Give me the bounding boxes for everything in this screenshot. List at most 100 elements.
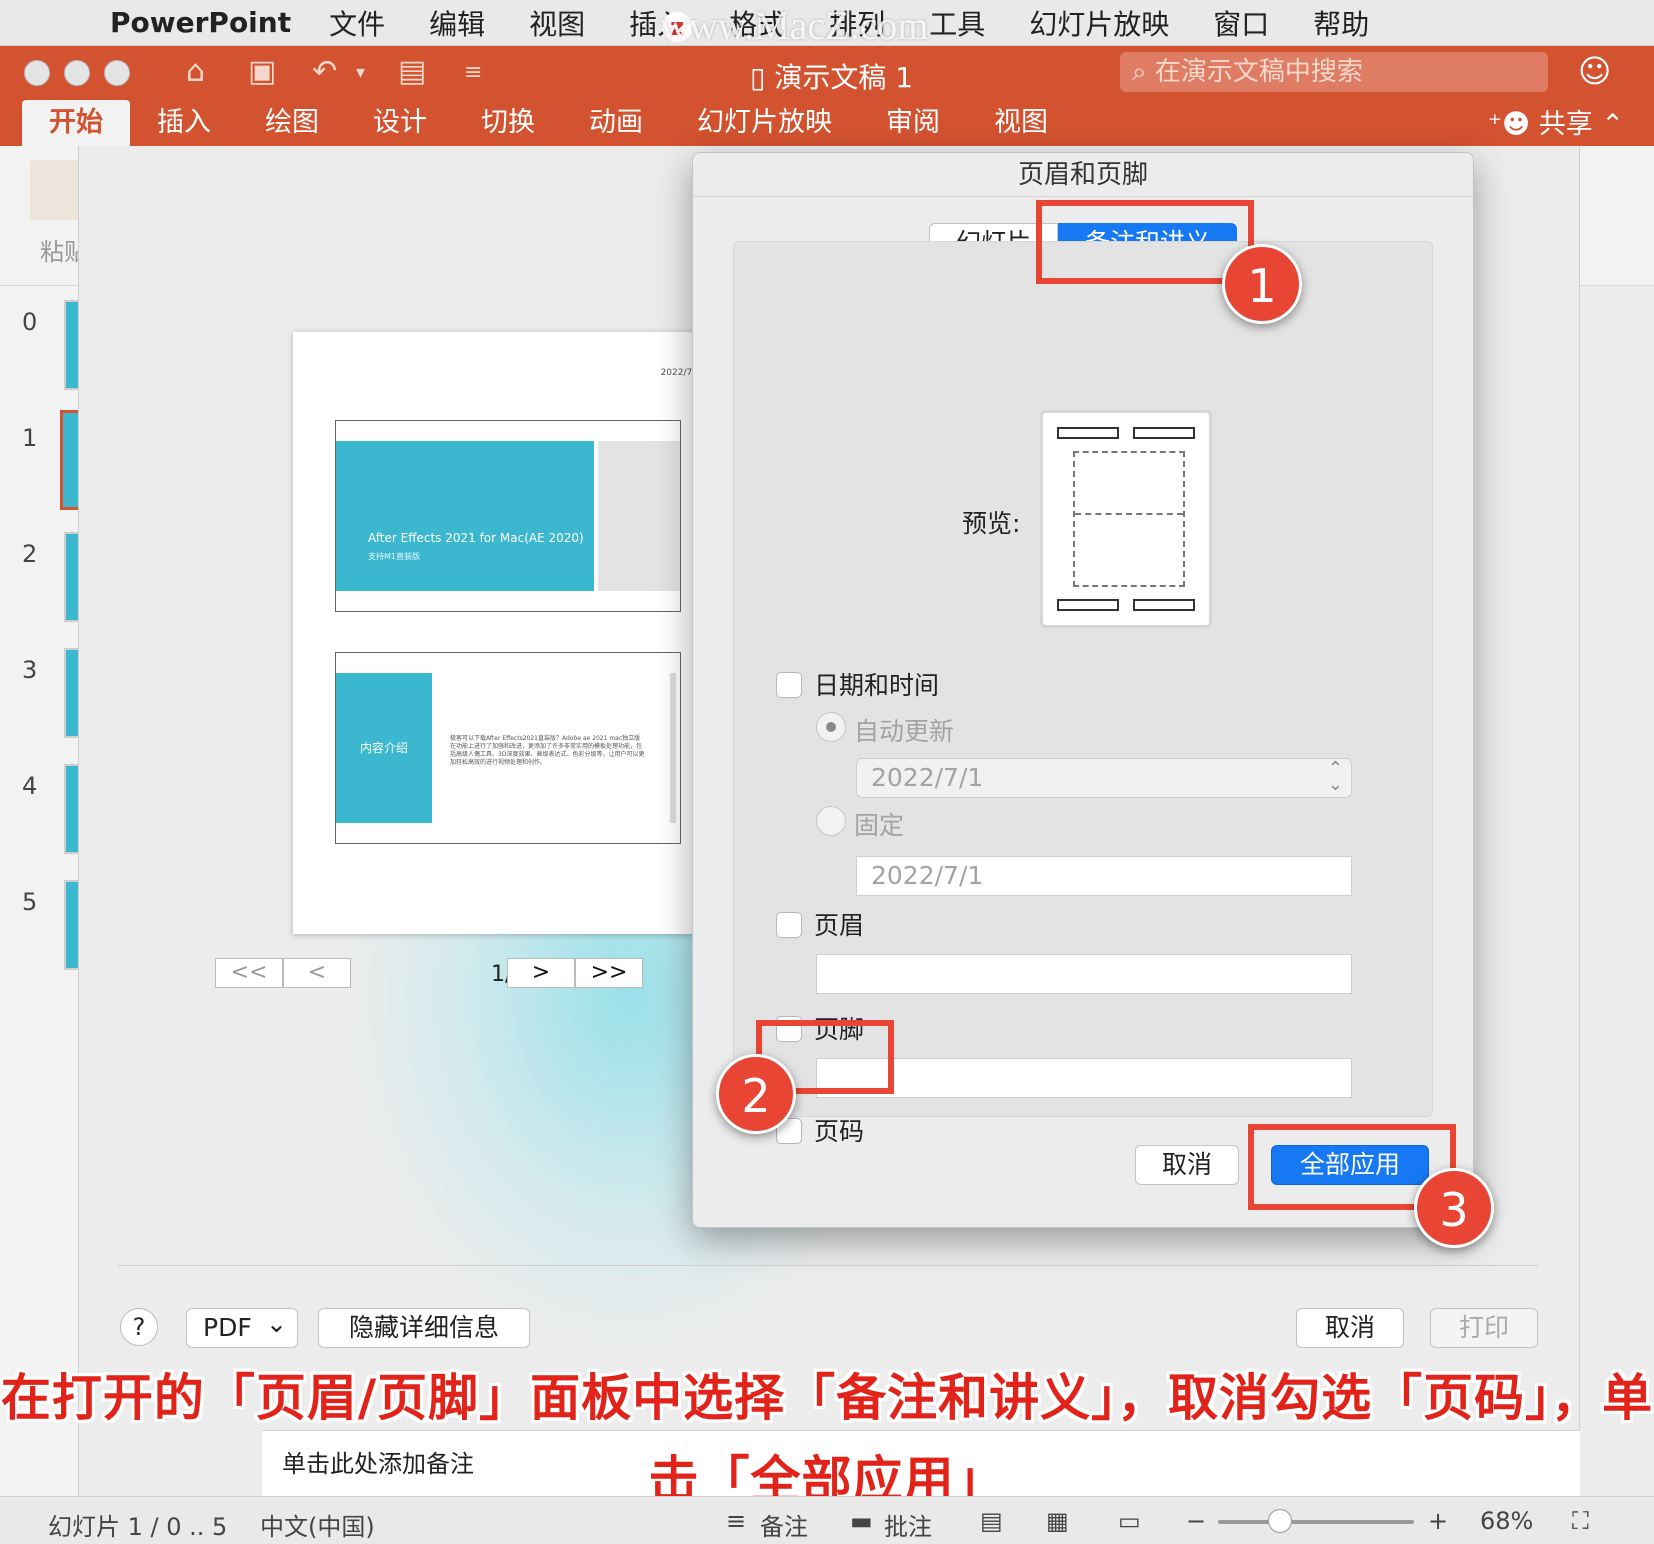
tab-review[interactable]: 审阅 bbox=[859, 100, 967, 146]
share-button[interactable]: ⁺☻ 共享 ⌃ bbox=[1488, 102, 1624, 141]
auto-date-value: 2022/7/1 bbox=[871, 763, 984, 792]
tab-insert[interactable]: 插入 bbox=[130, 100, 238, 146]
menu-window[interactable]: 窗口 bbox=[1213, 3, 1269, 43]
tutorial-caption: 在打开的「页眉/页脚」面板中选择「备注和讲义」，取消勾选「页码」，单 bbox=[0, 1369, 1654, 1427]
highlight-notes-tab bbox=[1036, 200, 1254, 284]
first-page-button[interactable]: << bbox=[215, 958, 283, 988]
fixed-date-input[interactable]: 2022/7/1 bbox=[856, 856, 1352, 896]
search-icon: ⌕ bbox=[1132, 57, 1147, 87]
comments-label[interactable]: 批注 bbox=[884, 1507, 932, 1542]
watermark: www.MacZ.com bbox=[660, 3, 929, 48]
sheet-divider bbox=[118, 1265, 1538, 1266]
page-number-label: 页码 bbox=[814, 1117, 865, 1146]
zoom-window-button[interactable] bbox=[104, 60, 130, 86]
save-icon[interactable]: ▣ bbox=[248, 54, 276, 89]
slide-sorter-icon[interactable]: ▦ bbox=[1046, 1507, 1069, 1535]
ribbon-tabs: 开始 插入 绘图 设计 切换 动画 幻灯片放映 审阅 视图 bbox=[22, 100, 1075, 146]
tab-animations[interactable]: 动画 bbox=[562, 100, 670, 146]
tab-design[interactable]: 设计 bbox=[346, 100, 454, 146]
step-badge: 3 bbox=[1414, 1168, 1494, 1248]
dialog-cancel-button[interactable]: 取消 bbox=[1135, 1145, 1239, 1185]
fixed-date-radio[interactable] bbox=[816, 806, 846, 836]
slide-preview-2-body: 极客可以下载After Effects2021直装版？Adobe ae 2021… bbox=[450, 735, 645, 766]
fixed-date-label: 固定 bbox=[854, 811, 905, 840]
header-input[interactable] bbox=[816, 954, 1352, 994]
notes-toggle-icon[interactable]: ≡ bbox=[726, 1507, 746, 1535]
zoom-in-icon[interactable]: + bbox=[1428, 1507, 1448, 1535]
slide-counter: 幻灯片 1 / 0 .. 5 bbox=[48, 1513, 228, 1541]
auto-update-radio[interactable] bbox=[816, 712, 846, 742]
slide-preview-2-title: 内容介绍 bbox=[336, 673, 432, 823]
tab-slideshow[interactable]: 幻灯片放映 bbox=[670, 100, 859, 146]
auto-date-select[interactable]: 2022/7/1 ⌃ ⌄ bbox=[856, 758, 1352, 798]
menu-file[interactable]: 文件 bbox=[329, 3, 385, 43]
slide-preview-1: After Effects 2021 for Mac(AE 2020) 支持M1… bbox=[335, 420, 681, 612]
title-bar: ⌂ ▣ ↶ ▾ ▤ ≡ ▯ 演示文稿 1 ⌕ 在演示文稿中搜索 ☺ 开始 插入 … bbox=[0, 46, 1654, 146]
slide-number: 3 bbox=[22, 656, 38, 684]
next-page-button[interactable]: > bbox=[507, 958, 575, 988]
close-window-button[interactable] bbox=[24, 60, 50, 86]
zoom-level: 68% bbox=[1480, 1507, 1534, 1535]
prev-page-button[interactable]: < bbox=[283, 958, 351, 988]
home-icon[interactable]: ⌂ bbox=[186, 54, 205, 89]
date-time-label: 日期和时间 bbox=[814, 671, 940, 700]
menu-slideshow[interactable]: 幻灯片放映 bbox=[1029, 3, 1169, 43]
preview-label: 预览: bbox=[962, 509, 1021, 538]
pdf-label: PDF bbox=[203, 1313, 252, 1342]
last-page-button[interactable]: >> bbox=[575, 958, 643, 988]
tab-transitions[interactable]: 切换 bbox=[454, 100, 562, 146]
slide-number: 4 bbox=[22, 772, 38, 800]
app-menu[interactable]: PowerPoint bbox=[110, 6, 291, 39]
chevron-down-icon: ⌄ bbox=[266, 1309, 287, 1338]
hide-details-button[interactable]: 隐藏详细信息 bbox=[318, 1308, 530, 1348]
zoom-out-icon[interactable]: − bbox=[1186, 1507, 1206, 1535]
undo-icon[interactable]: ↶ bbox=[312, 54, 337, 89]
slide-preview-2: 内容介绍 极客可以下载After Effects2021直装版？Adobe ae… bbox=[335, 652, 681, 844]
zoom-slider[interactable] bbox=[1218, 1520, 1414, 1524]
comments-icon[interactable]: ▬ bbox=[850, 1507, 873, 1535]
footer-input[interactable] bbox=[816, 1058, 1352, 1098]
new-doc-icon[interactable]: ▤ bbox=[398, 54, 426, 89]
header-label: 页眉 bbox=[814, 911, 865, 940]
header-placeholder bbox=[1057, 427, 1119, 439]
language-indicator[interactable]: 中文(中国) bbox=[260, 1507, 375, 1542]
header-placeholder bbox=[1133, 427, 1195, 439]
dialog-panel: 预览: 日期和时间 自动更新 2022/7/1 ⌃ ⌄ 固定 2022/7/1 页… bbox=[733, 241, 1433, 1146]
minimize-window-button[interactable] bbox=[64, 60, 90, 86]
presenter-view-icon[interactable]: ▭ bbox=[1118, 1507, 1141, 1535]
fit-to-window-icon[interactable]: ⛶ bbox=[1572, 1507, 1589, 1535]
slide-preview-1-subtitle: 支持M1直装版 bbox=[368, 552, 420, 561]
zoom-slider-handle[interactable] bbox=[1268, 1509, 1292, 1533]
status-bar: 幻灯片 1 / 0 .. 5 中文(中国) ≡ 备注 ▬ 批注 ▤ ▦ ▭ − … bbox=[0, 1496, 1654, 1544]
header-checkbox[interactable] bbox=[776, 912, 802, 938]
feedback-icon[interactable]: ☺ bbox=[1578, 52, 1611, 90]
stepper-icon[interactable]: ⌃ ⌄ bbox=[1328, 760, 1343, 794]
share-label: 共享 bbox=[1538, 109, 1593, 140]
step-badge: 1 bbox=[1222, 244, 1302, 324]
slide-preview-1-title: After Effects 2021 for Mac(AE 2020) bbox=[368, 531, 584, 545]
print-cancel-button[interactable]: 取消 bbox=[1296, 1308, 1404, 1348]
tab-view[interactable]: 视图 bbox=[967, 100, 1075, 146]
menu-view[interactable]: 视图 bbox=[529, 3, 585, 43]
undo-dropdown-icon[interactable]: ▾ bbox=[356, 62, 365, 83]
pdf-menu-button[interactable]: PDF ⌄ bbox=[186, 1308, 298, 1348]
customize-toolbar-icon[interactable]: ≡ bbox=[464, 60, 482, 85]
notes-toggle-label[interactable]: 备注 bbox=[760, 1507, 808, 1542]
paste-icon[interactable] bbox=[30, 160, 80, 220]
menu-help[interactable]: 帮助 bbox=[1313, 3, 1369, 43]
slide-number: 0 bbox=[22, 308, 38, 336]
menu-tools[interactable]: 工具 bbox=[929, 3, 985, 43]
layout-preview bbox=[1040, 410, 1212, 628]
date-time-checkbox[interactable] bbox=[776, 672, 802, 698]
tab-home[interactable]: 开始 bbox=[22, 100, 130, 146]
menu-edit[interactable]: 编辑 bbox=[429, 3, 485, 43]
print-button[interactable]: 打印 bbox=[1430, 1308, 1538, 1348]
tab-draw[interactable]: 绘图 bbox=[238, 100, 346, 146]
footer-placeholder bbox=[1133, 599, 1195, 611]
collapse-ribbon-icon[interactable]: ⌃ bbox=[1601, 109, 1624, 140]
help-button[interactable]: ? bbox=[120, 1308, 158, 1346]
search-placeholder: 在演示文稿中搜索 bbox=[1154, 57, 1363, 87]
search-field[interactable]: ⌕ 在演示文稿中搜索 bbox=[1120, 52, 1548, 92]
normal-view-icon[interactable]: ▤ bbox=[980, 1507, 1003, 1535]
slide-number: 1 bbox=[22, 424, 38, 452]
